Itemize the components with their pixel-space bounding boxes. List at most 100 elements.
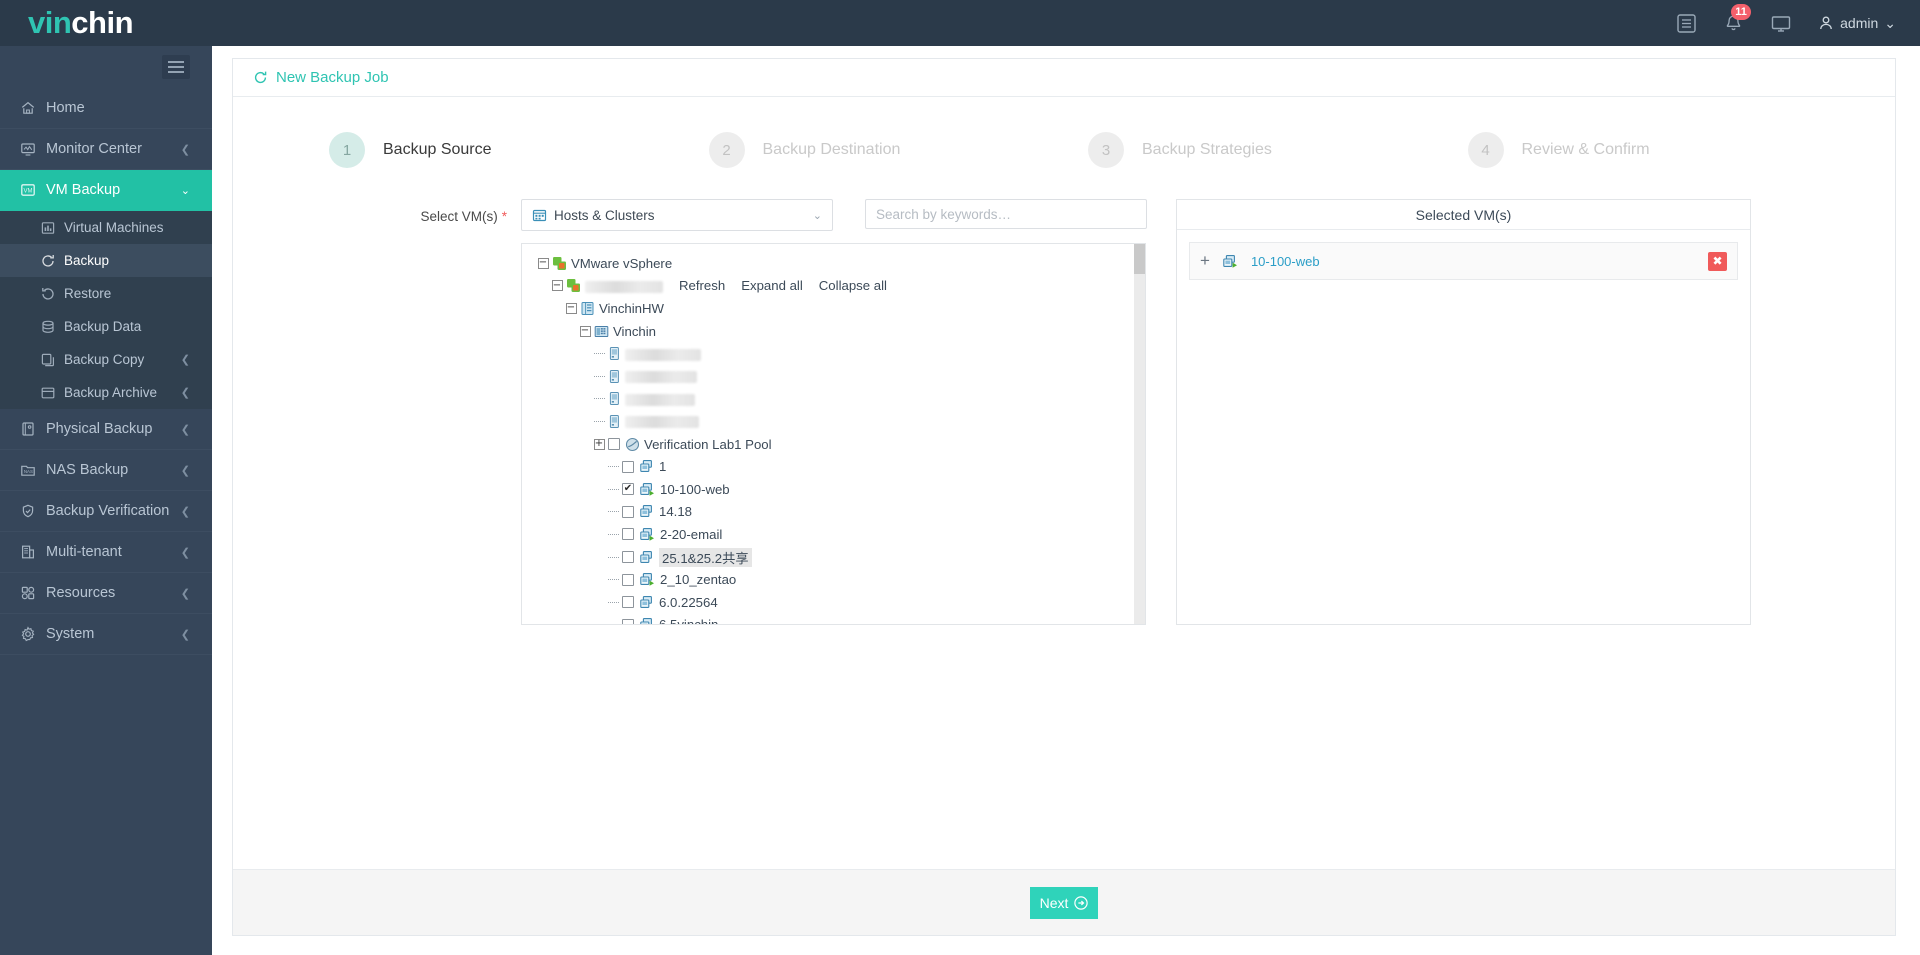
sidebar-item-monitor-center[interactable]: Monitor Center ❮ (0, 129, 212, 170)
tree-node[interactable]: − VMware vSphere (534, 252, 1145, 275)
tree-node[interactable]: + Verification Lab1 Pool (534, 433, 1145, 456)
tree-node[interactable]: 2-20-email (534, 523, 1145, 546)
tree-scrollbar[interactable] (1134, 244, 1145, 624)
tree-node[interactable]: 6.0.22564 (534, 591, 1145, 614)
tree-node-checkbox[interactable] (622, 505, 634, 518)
step-3[interactable]: 3 Backup Strategies (1088, 132, 1468, 168)
tree-node-checkbox[interactable] (622, 596, 634, 609)
sidebar-item-backup-archive[interactable]: Backup Archive ❮ (0, 376, 212, 409)
sidebar-item-backup-verification[interactable]: Backup Verification ❮ (0, 491, 212, 532)
host-icon (608, 346, 621, 361)
remove-vm-button[interactable]: ✖ (1708, 251, 1727, 271)
tree-node[interactable]: 25.1&25.2共享 (534, 546, 1145, 569)
tree-node[interactable] (534, 388, 1145, 411)
backup-copy-icon (40, 352, 64, 368)
user-menu[interactable]: admin ⌄ (1818, 15, 1896, 32)
tree-node-checkbox[interactable] (622, 573, 634, 586)
tree-node-checkbox[interactable] (622, 460, 634, 473)
chevron-left-icon: ❮ (180, 143, 190, 156)
collapse-all-link[interactable]: Collapse all (819, 278, 887, 293)
card-header: New Backup Job (233, 59, 1895, 97)
view-type-select[interactable]: Hosts & Clusters ⌄ (521, 199, 833, 231)
tree-node-label: VinchinHW (599, 300, 664, 316)
tree-node[interactable]: − Vinchin (534, 320, 1145, 343)
sidebar-subitem-label: Backup Archive (64, 385, 158, 400)
tree-node-checkbox[interactable] (622, 528, 634, 541)
top-bar-actions: 11 admin ⌄ (1676, 3, 1920, 34)
tree-node[interactable]: − Refresh Expand all Collapse all (534, 275, 1145, 298)
app-logo[interactable]: vinchin (0, 5, 212, 41)
tree-column: Hosts & Clusters ⌄ −VMware vSphere−Refre… (521, 199, 1156, 625)
tree-expander-slot (604, 466, 622, 468)
sidebar-item-nas-backup[interactable]: NAS NAS Backup ❮ (0, 450, 212, 491)
tree-node[interactable]: 10-100-web (534, 478, 1145, 501)
sidebar-item-backup-data[interactable]: Backup Data (0, 310, 212, 343)
nas-backup-icon: NAS (20, 462, 46, 478)
expand-icon[interactable]: + (593, 438, 605, 450)
sidebar-item-multi-tenant[interactable]: Multi-tenant ❮ (0, 532, 212, 573)
next-button-label: Next (1039, 894, 1069, 911)
step-number: 2 (708, 132, 745, 168)
bell-icon[interactable]: 11 (1723, 3, 1752, 34)
expand-icon[interactable]: + (1200, 251, 1210, 271)
expand-all-link[interactable]: Expand all (741, 278, 803, 293)
tree-expander-slot (604, 511, 622, 513)
backup-archive-icon (40, 385, 64, 401)
hamburger-icon[interactable] (162, 55, 190, 79)
collapse-icon[interactable]: − (565, 302, 577, 314)
chevron-left-icon: ❮ (180, 628, 190, 641)
tree-node[interactable] (534, 365, 1145, 388)
list-icon[interactable] (1676, 13, 1697, 34)
vm-running-icon (639, 482, 656, 497)
sidebar-item-vm-backup[interactable]: VM VM Backup ⌄ (0, 170, 212, 211)
sidebar-item-system[interactable]: System ❮ (0, 614, 212, 655)
tree-node-label: Verification Lab1 Pool (644, 436, 772, 452)
sidebar-item-label: System (46, 626, 95, 642)
restore-icon (40, 286, 64, 302)
multi-tenant-icon (20, 544, 46, 560)
selected-vm-row[interactable]: +10-100-web ✖ (1189, 242, 1738, 280)
step-2[interactable]: 2 Backup Destination (708, 132, 1089, 168)
sidebar-item-physical-backup[interactable]: Physical Backup ❮ (0, 409, 212, 450)
step-4[interactable]: 4 Review & Confirm (1467, 132, 1848, 168)
tree-expander-slot (604, 533, 622, 535)
collapse-icon[interactable]: − (579, 325, 591, 337)
main-content: New Backup Job 1 Backup Source 2 Backup Des… (212, 46, 1920, 955)
sidebar-collapse-row (0, 46, 212, 88)
tree-node[interactable]: 6.5vinchin (534, 614, 1145, 624)
sidebar-item-resources[interactable]: Resources ❮ (0, 573, 212, 614)
tree-node-label: VMware vSphere (571, 255, 673, 271)
tree-node-label: 14.18 (659, 504, 693, 520)
sidebar-item-restore[interactable]: Restore (0, 277, 212, 310)
search-input[interactable] (865, 199, 1147, 229)
tree-node[interactable] (534, 342, 1145, 365)
refresh-link[interactable]: Refresh (679, 278, 725, 293)
next-button[interactable]: Next (1030, 886, 1098, 919)
tree-node[interactable]: 2_10_zentao (534, 568, 1145, 591)
vm-tree-panel[interactable]: − VMware vSphere − Refresh Expand all Collaps… (521, 243, 1146, 625)
page-title: New Backup Job (276, 69, 389, 86)
tree-node[interactable] (534, 410, 1145, 433)
sidebar-item-home[interactable]: Home (0, 88, 212, 129)
step-label: Backup Source (383, 141, 492, 158)
sidebar-item-backup-copy[interactable]: Backup Copy ❮ (0, 343, 212, 376)
tree-node-checkbox[interactable] (608, 438, 620, 451)
sidebar-item-backup[interactable]: Backup (0, 244, 212, 277)
collapse-icon[interactable]: − (551, 280, 563, 292)
selected-vm-name[interactable]: 10-100-web (1251, 254, 1320, 269)
refresh-icon (253, 70, 268, 85)
tree-scrollbar-thumb[interactable] (1134, 244, 1145, 274)
tree-node[interactable]: 14.18 (534, 501, 1145, 524)
physical-backup-icon (20, 421, 46, 437)
tree-node[interactable]: − VinchinHW (534, 297, 1145, 320)
step-1[interactable]: 1 Backup Source (329, 132, 709, 168)
collapse-icon[interactable]: − (537, 257, 549, 269)
monitor-icon[interactable] (1770, 13, 1792, 34)
tree-node-checkbox[interactable] (622, 551, 634, 564)
vm-icon (639, 504, 655, 519)
tree-node[interactable]: 1 (534, 455, 1145, 478)
tree-node-checkbox[interactable] (622, 483, 634, 496)
tree-node-checkbox[interactable] (622, 618, 634, 624)
sidebar-item-virtual-machines[interactable]: Virtual Machines (0, 211, 212, 244)
sidebar-item-label: Multi-tenant (46, 544, 122, 560)
